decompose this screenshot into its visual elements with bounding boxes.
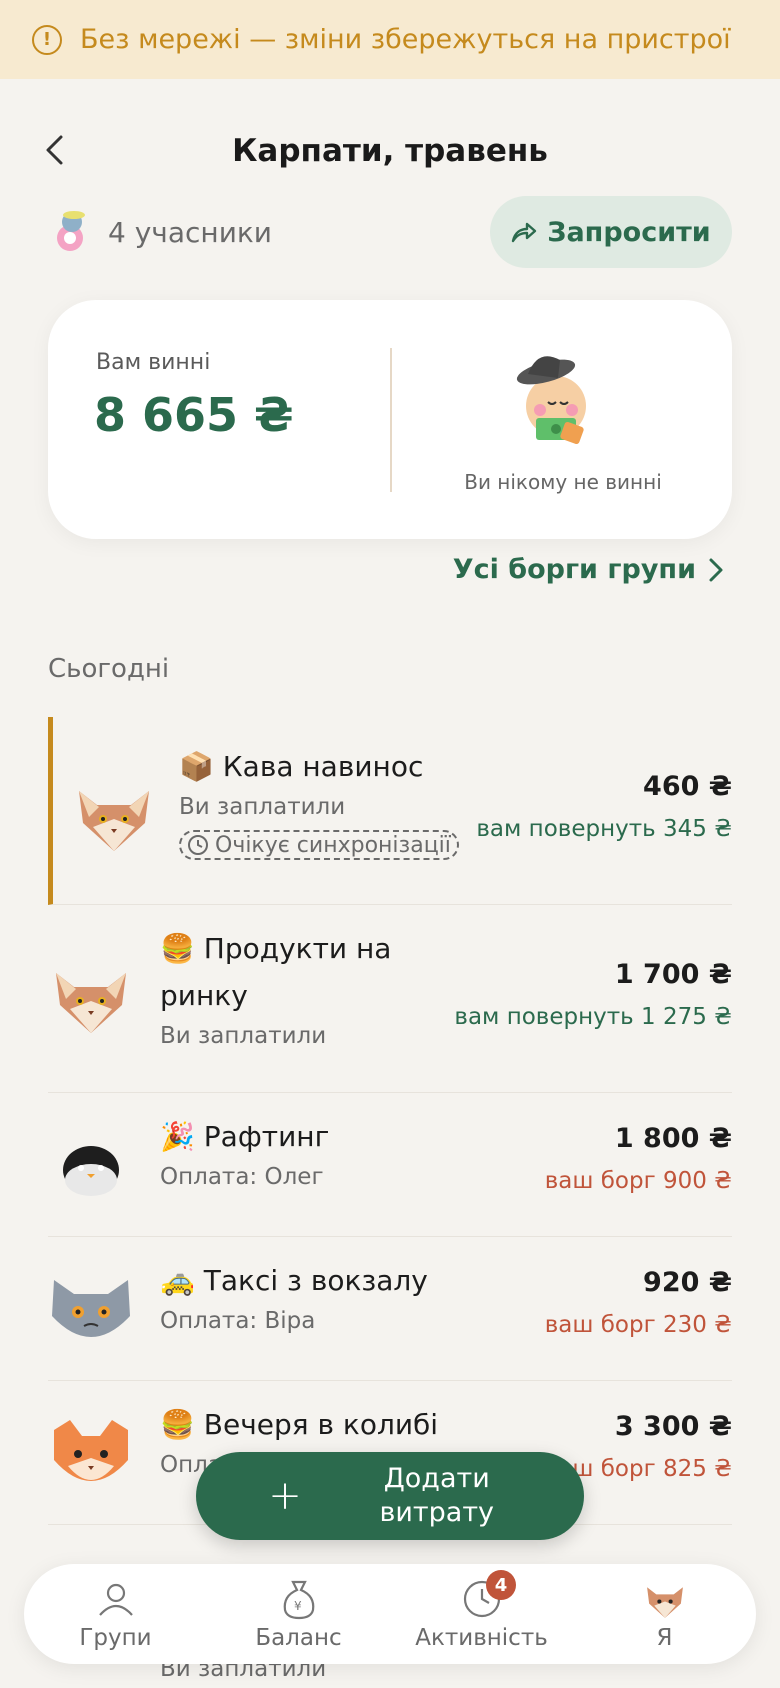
group-avatar-icon (57, 211, 85, 251)
nav-groups-label: Групи (79, 1625, 152, 1651)
balance-card: Вам винні 8 665 ₴ Ви нікому не винні (48, 300, 732, 539)
cat-orange-icon (54, 1420, 128, 1481)
nav-profile-label: Я (656, 1625, 673, 1651)
share-icon (512, 222, 537, 243)
profile-cat-icon (646, 1587, 683, 1618)
expense-delta: вам повернуть 345 ₴ (476, 816, 732, 842)
bottom-nav: Групи ¥ Баланс 4 Активність Я (24, 1564, 756, 1664)
svg-text:¥: ¥ (294, 1599, 302, 1613)
members-row: 4 учасники Запросити (48, 196, 732, 268)
expense-title: 🎉 Рафтинг (160, 1120, 330, 1153)
chevron-right-icon (709, 558, 723, 581)
expense-payer: Ви заплатили (179, 794, 346, 820)
members-count[interactable]: 4 учасники (48, 208, 272, 256)
nav-groups[interactable]: Групи (24, 1564, 207, 1664)
cat-brown-icon (79, 791, 149, 851)
money-bag-icon: ¥ (283, 1580, 314, 1620)
nav-activity[interactable]: 4 Активність (390, 1564, 573, 1664)
owed-amount: 8 665 ₴ (94, 388, 294, 442)
expense-title: 🍔 Продукти на ринку (160, 932, 392, 1012)
expense-amount: 1 700 ₴ (614, 959, 732, 990)
chevron-left-icon (46, 135, 63, 165)
page-title: Карпати, травень (232, 133, 548, 169)
expense-title: 📦 Кава навинос (179, 750, 424, 783)
expense-row[interactable]: 🚕 Таксі з вокзалу Оплата: Віра 920 ₴ ваш… (48, 1237, 732, 1381)
expense-title: 🚕 Таксі з вокзалу (160, 1264, 428, 1297)
all-debts-label: Усі борги групи (452, 554, 696, 585)
clock-icon (188, 835, 208, 855)
members-count-label: 4 учасники (108, 215, 272, 249)
owed-label: Вам винні (96, 350, 211, 375)
nav-balance[interactable]: ¥ Баланс (207, 1564, 390, 1664)
penguin-icon (63, 1146, 119, 1196)
nav-balance-label: Баланс (255, 1625, 342, 1651)
header: Карпати, травень (0, 118, 780, 184)
expense-delta: ваш борг 230 ₴ (544, 1312, 732, 1338)
expense-payer: Ви заплатили (160, 1023, 327, 1049)
expense-row[interactable]: 🎉 Рафтинг Оплата: Олег 1 800 ₴ ваш борг … (48, 1093, 732, 1237)
no-debt-label: Ви нікому не винні (464, 470, 662, 494)
people-icon (98, 1583, 133, 1616)
mascot-bear-icon (516, 356, 586, 444)
invite-button[interactable]: Запросити (490, 196, 732, 268)
expense-amount: 3 300 ₴ (614, 1411, 732, 1442)
expense-title: 🍔 Вечеря в колибі (160, 1408, 439, 1441)
expense-row[interactable]: 📦 Кава навинос Ви заплатили Очікує синхр… (48, 717, 732, 905)
expense-list: 📦 Кава навинос Ви заплатили Очікує синхр… (48, 717, 732, 1525)
offline-banner: ! Без мережі — зміни збережуться на прис… (0, 0, 780, 79)
offline-banner-text: Без мережі — зміни збережуться на пристр… (80, 24, 731, 55)
sync-pending-badge: Очікує синхронізації (179, 830, 459, 860)
warning-icon: ! (32, 24, 62, 55)
add-expense-label: Додати витрату (379, 1463, 495, 1528)
expense-amount: 1 800 ₴ (614, 1123, 732, 1154)
expense-payer: Оплата: Віра (160, 1308, 316, 1334)
nav-activity-label: Активність (415, 1625, 548, 1651)
invite-label: Запросити (547, 216, 711, 248)
all-debts-link[interactable]: Усі борги групи (453, 554, 724, 585)
cat-brown-icon (56, 973, 126, 1033)
card-divider (390, 348, 392, 492)
activity-badge: 4 (486, 1570, 516, 1600)
expense-amount: 920 ₴ (643, 1267, 732, 1298)
plus-icon: + (268, 1473, 302, 1519)
nav-profile[interactable]: Я (573, 1564, 756, 1664)
expense-payer: Оплата: Олег (160, 1164, 324, 1190)
expense-row[interactable]: 🍔 Продукти на ринку Ви заплатили 1 700 ₴… (48, 905, 732, 1093)
cat-grey-icon (52, 1280, 130, 1337)
expense-amount: 460 ₴ (643, 771, 732, 802)
add-expense-button[interactable]: + Додати витрату (196, 1452, 584, 1540)
expense-delta: вам повернуть 1 275 ₴ (454, 1004, 732, 1030)
expense-delta: ваш борг 900 ₴ (544, 1168, 732, 1194)
section-header-today: Сьогодні (48, 654, 170, 684)
back-button[interactable] (34, 130, 74, 170)
